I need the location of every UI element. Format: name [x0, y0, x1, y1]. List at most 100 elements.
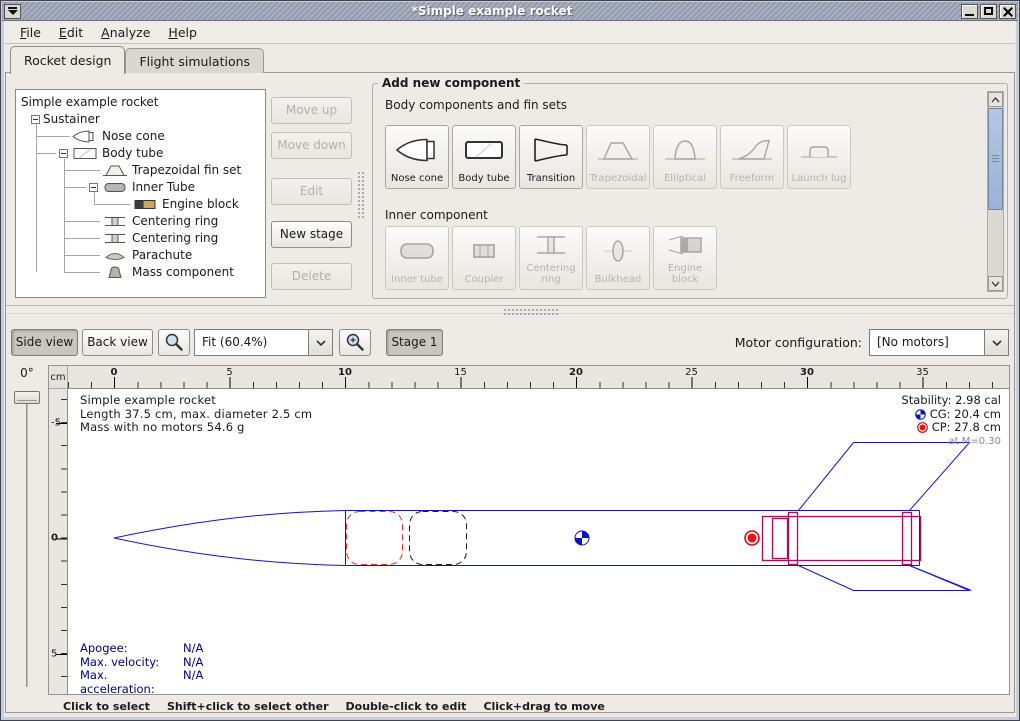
tree-item-trapezoidal-fin-set[interactable]: Trapezoidal fin set [132, 162, 241, 179]
tabstrip: Rocket design Flight simulations [5, 45, 264, 73]
cg-marker [575, 531, 589, 545]
tree-item-centering-ring-2[interactable]: Centering ring [132, 230, 218, 247]
zoom-select-value: Fit (60.4%) [194, 329, 308, 356]
tree-item-rocket[interactable]: Simple example rocket [21, 94, 158, 111]
zoom-out-button[interactable] [158, 329, 190, 356]
cp-marker [745, 531, 759, 545]
trapezoidal-fin-icon [587, 126, 649, 173]
engine-block-icon [654, 227, 716, 263]
tree-item-centering-ring-1[interactable]: Centering ring [132, 213, 218, 230]
add-bulkhead-button[interactable]: Bulkhead [586, 226, 650, 290]
add-freeform-fin-button[interactable]: Freeform [720, 125, 784, 189]
flight-info: Apogee:N/A Max. velocity:N/A Max. accele… [80, 642, 203, 696]
window-menu-icon[interactable] [4, 4, 21, 19]
add-body-tube-button[interactable]: Body tube [452, 125, 516, 189]
tree-item-nose-cone[interactable]: Nose cone [102, 128, 165, 145]
centering-ring-icon [102, 215, 128, 228]
add-coupler-button[interactable]: Coupler [452, 226, 516, 290]
tree-item-engine-block[interactable]: Engine block [162, 196, 239, 213]
menubar: File Edit Analyze Help [5, 22, 1015, 44]
body-components-label: Body components and fin sets [385, 98, 567, 112]
add-component-title: Add new component [378, 76, 524, 90]
menu-help[interactable]: Help [159, 23, 206, 42]
splitter-handle[interactable] [503, 308, 559, 316]
add-engine-block-button[interactable]: Engine block [653, 226, 717, 290]
edit-button[interactable]: Edit [271, 178, 352, 205]
zoom-in-button[interactable] [339, 329, 371, 356]
add-trapezoidal-fin-button[interactable]: Trapezoidal [586, 125, 650, 189]
add-launch-lug-button[interactable]: Launch lug [787, 125, 851, 189]
tree-item-sustainer[interactable]: Sustainer [43, 111, 100, 128]
minimize-icon [965, 14, 974, 16]
motor-configuration-label: Motor configuration: [735, 329, 862, 356]
tree-item-mass-component[interactable]: Mass component [132, 264, 234, 281]
rocket-design-panel: Simple example rocket Sustainer Nose con… [5, 72, 1015, 713]
expander-sustainer[interactable] [31, 115, 40, 124]
minimize-button[interactable] [961, 4, 978, 19]
inner-component-label: Inner component [385, 208, 488, 222]
motor-configuration-select[interactable]: [No motors] [869, 329, 1009, 356]
inner-tube-icon [386, 227, 448, 274]
tree-item-body-tube[interactable]: Body tube [102, 145, 163, 162]
tree-item-inner-tube[interactable]: Inner Tube [132, 179, 195, 196]
tree-item-parachute[interactable]: Parachute [132, 247, 192, 264]
expander-body-tube[interactable] [59, 149, 68, 158]
nose-cone-icon [72, 130, 98, 143]
transition-icon [520, 126, 582, 173]
back-view-button[interactable]: Back view [82, 329, 153, 356]
rocket-drawing [68, 389, 1009, 694]
stability-value: Stability: 2.98 cal [901, 394, 1001, 408]
component-panel-scrollbar[interactable] [987, 91, 1004, 292]
rocket-canvas[interactable]: Simple example rocket Length 37.5 cm, ma… [68, 389, 1009, 694]
component-tree[interactable]: Simple example rocket Sustainer Nose con… [15, 89, 266, 298]
elliptical-fin-icon [654, 126, 716, 173]
stability-info: Stability: 2.98 cal CG: 20.4 cm [901, 394, 1001, 448]
nose-cone-icon [386, 126, 448, 173]
magnifier-plus-icon [344, 332, 366, 353]
vertical-splitter[interactable] [357, 171, 366, 219]
close-button[interactable] [999, 4, 1016, 19]
side-view-button[interactable]: Side view [11, 329, 78, 356]
scrollbar-thumb[interactable] [988, 108, 1003, 210]
add-transition-button[interactable]: Transition [519, 125, 583, 189]
maximize-button[interactable] [980, 4, 997, 19]
cg-value: CG: 20.4 cm [930, 408, 1001, 422]
chevron-down-icon[interactable] [984, 329, 1009, 356]
scroll-down-button[interactable] [988, 276, 1003, 291]
apogee-value: N/A [183, 642, 203, 656]
chevron-down-icon[interactable] [308, 329, 333, 356]
tab-rocket-design[interactable]: Rocket design [10, 46, 125, 74]
add-elliptical-fin-button[interactable]: Elliptical [653, 125, 717, 189]
move-down-button[interactable]: Move down [271, 132, 352, 159]
zoom-select[interactable]: Fit (60.4%) [194, 329, 333, 356]
launch-lug-icon [788, 126, 850, 173]
inner-tube-icon [102, 181, 128, 194]
body-tube-icon [453, 126, 515, 173]
coupler-icon [453, 227, 515, 274]
tab-flight-simulations[interactable]: Flight simulations [125, 48, 264, 73]
maximize-icon [984, 7, 993, 15]
rotation-slider-handle[interactable] [14, 391, 40, 404]
view-area: cm 0 5 10 15 20 25 30 35 -5 0 5 [48, 365, 1010, 695]
new-stage-button[interactable]: New stage [271, 221, 352, 248]
add-inner-tube-button[interactable]: Inner tube [385, 226, 449, 290]
expander-inner-tube[interactable] [89, 183, 98, 192]
rocket-info: Simple example rocket Length 37.5 cm, ma… [80, 394, 312, 435]
delete-button[interactable]: Delete [271, 263, 352, 290]
menu-analyze[interactable]: Analyze [92, 23, 159, 42]
scroll-up-button[interactable] [988, 92, 1003, 107]
add-centering-ring-button[interactable]: Centering ring [519, 226, 583, 290]
menu-edit[interactable]: Edit [50, 23, 92, 42]
centering-ring-icon [520, 227, 582, 263]
menu-file[interactable]: File [11, 23, 50, 42]
app-window: *Simple example rocket File Edit Analyze… [0, 0, 1020, 721]
add-nose-cone-button[interactable]: Nose cone [385, 125, 449, 189]
centering-ring-icon [102, 232, 128, 245]
trapezoidal-fin-icon [102, 164, 128, 177]
move-up-button[interactable]: Move up [271, 97, 352, 124]
stage-1-toggle[interactable]: Stage 1 [386, 329, 443, 356]
cp-icon [917, 422, 928, 433]
rotation-angle-label: 0° [8, 366, 46, 386]
rotation-slider-track[interactable] [26, 395, 29, 687]
max-velocity-value: N/A [183, 656, 203, 670]
